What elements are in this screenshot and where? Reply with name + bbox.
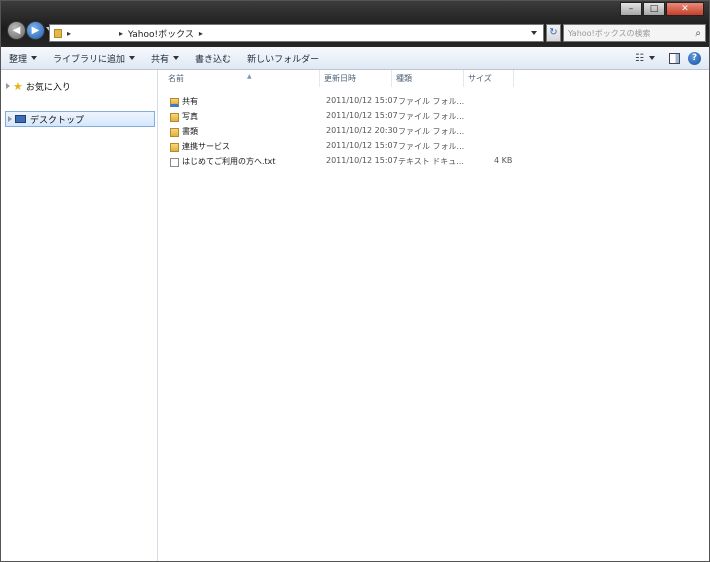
forward-button[interactable]: ▶ [26, 21, 45, 40]
toolbar-right: ☷ ? [629, 51, 709, 65]
file-date: 2011/10/12 15:07 [326, 96, 398, 105]
change-view-button[interactable]: ☷ [629, 53, 661, 64]
chevron-down-icon [173, 56, 180, 60]
preview-pane-icon[interactable] [669, 52, 680, 64]
command-bar: 整理 ライブラリに追加 共有 書き込む 新しいフォルダー ☷ ? [1, 47, 709, 70]
burn-button[interactable]: 書き込む [187, 52, 239, 65]
search-placeholder: Yahoo!ボックスの検索 [568, 28, 651, 38]
file-name: はじめてご利用の方へ.txt [182, 157, 276, 166]
file-name: 共有 [182, 97, 198, 106]
address-history-chevron-down-icon[interactable] [531, 31, 537, 35]
text-file-icon [170, 158, 179, 167]
sort-ascending-icon: ▲ [247, 73, 252, 80]
breadcrumb-chevron-icon[interactable]: ▸ [67, 29, 71, 38]
file-size: 4 KB [494, 156, 513, 165]
list-item[interactable]: 写真 2011/10/12 15:07 ファイル フォル... [158, 110, 709, 125]
folder-icon [170, 128, 179, 137]
maximize-button[interactable]: □ [643, 2, 665, 16]
chevron-down-icon [649, 56, 655, 60]
column-header-name[interactable]: 名前 ▲ [164, 70, 320, 87]
caption-buttons: – □ ✕ [620, 2, 704, 16]
search-icon[interactable]: ⌕ [695, 28, 701, 39]
file-date: 2011/10/12 20:30 [326, 126, 398, 135]
file-type: ファイル フォル... [398, 127, 465, 136]
chevron-down-icon [31, 56, 38, 60]
star-icon: ★ [13, 79, 23, 93]
chevron-down-icon [129, 56, 136, 60]
search-input[interactable]: Yahoo!ボックスの検索 ⌕ [563, 24, 706, 42]
back-button[interactable]: ◀ [7, 21, 26, 40]
explorer-window: – □ ✕ ◀ ▶ ▸ ▸ Yahoo!ボックス ▸ ↻ Yahoo!ボックスの… [0, 0, 710, 562]
sidebar-item-favorites[interactable]: ★ お気に入り [6, 78, 71, 94]
folder-icon [54, 28, 62, 38]
sidebar-item-label: お気に入り [25, 82, 71, 93]
file-type: ファイル フォル... [398, 112, 465, 121]
sidebar-item-label: デスクトップ [30, 115, 85, 126]
organize-label: 整理 [9, 54, 28, 65]
folder-icon [170, 113, 179, 122]
add-to-library-label: ライブラリに追加 [53, 54, 126, 65]
file-name: 写真 [182, 112, 198, 121]
expand-chevron-icon[interactable] [6, 83, 10, 89]
file-type: テキスト ドキュ... [398, 157, 464, 166]
share-button[interactable]: 共有 [143, 52, 187, 65]
file-list: 名前 ▲ 更新日時 種類 サイズ 共有 2011/10/12 15:07 ファイ… [158, 70, 709, 561]
column-header-date[interactable]: 更新日時 [320, 70, 392, 87]
list-item[interactable]: 共有 2011/10/12 15:07 ファイル フォル... [158, 95, 709, 110]
organize-button[interactable]: 整理 [1, 52, 45, 65]
desktop-icon [15, 115, 26, 123]
file-name: 連携サービス [182, 142, 230, 151]
file-date: 2011/10/12 15:07 [326, 156, 398, 165]
navigation-pane: ★ お気に入り デスクトップ [1, 70, 158, 561]
new-folder-button[interactable]: 新しいフォルダー [239, 52, 327, 65]
file-rows: 共有 2011/10/12 15:07 ファイル フォル... 写真 2011/… [158, 95, 709, 170]
refresh-icon[interactable]: ↻ [546, 24, 561, 42]
column-header-type[interactable]: 種類 [392, 70, 464, 87]
help-icon[interactable]: ? [688, 51, 701, 65]
list-item[interactable]: 連携サービス 2011/10/12 15:07 ファイル フォル... [158, 140, 709, 155]
breadcrumb-hidden-segment[interactable] [76, 28, 115, 38]
title-bar: – □ ✕ ◀ ▶ ▸ ▸ Yahoo!ボックス ▸ ↻ Yahoo!ボックスの… [1, 1, 709, 47]
column-headers: 名前 ▲ 更新日時 種類 サイズ [158, 70, 709, 87]
file-type: ファイル フォル... [398, 97, 465, 106]
address-bar[interactable]: ▸ ▸ Yahoo!ボックス ▸ [49, 24, 544, 42]
breadcrumb-chevron-icon[interactable]: ▸ [199, 29, 203, 38]
file-date: 2011/10/12 15:07 [326, 141, 398, 150]
column-header-label: 名前 [168, 74, 184, 83]
expand-chevron-icon[interactable] [8, 116, 12, 122]
view-list-icon: ☷ [635, 52, 644, 64]
list-item[interactable]: はじめてご利用の方へ.txt 2011/10/12 15:07 テキスト ドキュ… [158, 155, 709, 170]
breadcrumb-current[interactable]: Yahoo!ボックス [128, 27, 194, 40]
breadcrumb-chevron-icon[interactable]: ▸ [119, 29, 123, 38]
share-label: 共有 [151, 54, 170, 65]
shared-folder-icon [170, 98, 179, 107]
add-to-library-button[interactable]: ライブラリに追加 [45, 52, 143, 65]
column-header-size[interactable]: サイズ [464, 70, 514, 87]
folder-icon [170, 143, 179, 152]
sidebar-item-desktop[interactable]: デスクトップ [5, 111, 155, 127]
minimize-button[interactable]: – [620, 2, 642, 16]
list-item[interactable]: 書類 2011/10/12 20:30 ファイル フォル... [158, 125, 709, 140]
close-button[interactable]: ✕ [666, 2, 704, 16]
file-name: 書類 [182, 127, 198, 136]
file-type: ファイル フォル... [398, 142, 465, 151]
file-date: 2011/10/12 15:07 [326, 111, 398, 120]
